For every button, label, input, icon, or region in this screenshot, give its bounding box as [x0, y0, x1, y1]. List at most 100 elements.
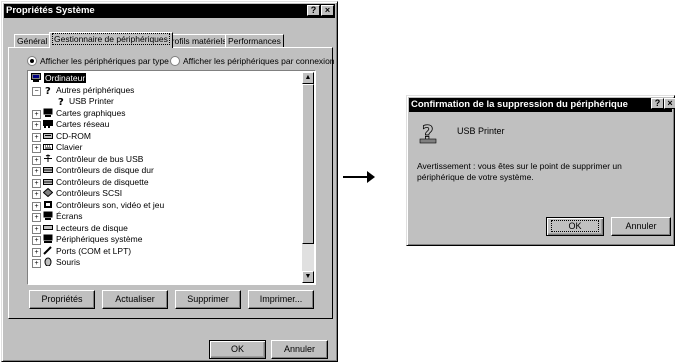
properties-button[interactable]: Propriétés [29, 290, 95, 309]
expand-icon[interactable]: + [32, 179, 41, 188]
dialog-cancel-button[interactable]: Annuler [611, 217, 671, 236]
expand-icon[interactable]: + [32, 110, 41, 119]
expand-icon[interactable]: + [32, 213, 41, 222]
button-label: Annuler [283, 344, 316, 354]
tree-item-keyboard[interactable]: + Clavier [32, 142, 82, 153]
dialog-ok-button[interactable]: OK [546, 217, 604, 236]
tab-general[interactable]: Général [14, 34, 51, 47]
button-label: OK [230, 344, 244, 354]
tree-item-sound-controllers[interactable]: + Contrôleurs son, vidéo et jeu [32, 200, 164, 211]
tree-item-hdd-controllers[interactable]: + Contrôleurs de disque dur [32, 165, 154, 176]
device-name: USB Printer [457, 126, 505, 136]
scroll-down-icon: ▼ [304, 273, 312, 280]
display-adapter-icon [43, 108, 53, 117]
cancel-button[interactable]: Annuler [271, 340, 328, 359]
dialog-help-button[interactable]: ? [651, 98, 664, 109]
tree-item-other-devices[interactable]: −? Autres périphériques [32, 85, 134, 96]
close-button[interactable]: × [321, 5, 334, 16]
tree-item-monitors[interactable]: + Écrans [32, 211, 82, 222]
expand-icon[interactable]: + [32, 190, 41, 199]
tab-label: Général [17, 36, 48, 46]
tab-label: Profils matériels [166, 36, 227, 46]
print-button[interactable]: Imprimer... [248, 290, 314, 309]
tree-item-mouse[interactable]: + Souris [32, 257, 80, 268]
expand-icon[interactable]: + [32, 133, 41, 142]
radio-selected-icon [27, 56, 37, 66]
expand-icon[interactable]: + [32, 144, 41, 153]
disk-drive-icon [43, 225, 53, 230]
expand-icon[interactable]: + [32, 167, 41, 176]
help-button[interactable]: ? [307, 5, 320, 16]
usb-icon [44, 154, 52, 162]
radio-by-type[interactable]: Afficher les périphériques par type [27, 56, 169, 67]
arrow-icon [343, 171, 375, 183]
title-bar[interactable]: Propriétés Système ? × [4, 4, 335, 18]
expand-icon[interactable]: + [32, 225, 41, 234]
tree-item-label: Cartes graphiques [56, 108, 126, 118]
computer-icon [31, 73, 41, 82]
button-label: Propriétés [41, 294, 83, 304]
tree-item-label: Ordinateur [44, 73, 87, 83]
tree-item-label: Contrôleurs son, vidéo et jeu [56, 200, 165, 210]
refresh-button[interactable]: Actualiser [102, 290, 168, 309]
scroll-thumb[interactable] [302, 84, 314, 244]
system-device-icon [43, 234, 53, 243]
tab-hardware-profiles[interactable]: Profils matériels [163, 34, 230, 47]
tree-item-network-cards[interactable]: + Cartes réseau [32, 119, 109, 130]
tree-item-label: Ports (COM et LPT) [56, 246, 132, 256]
scsi-icon [43, 188, 53, 197]
tree-item-display-adapters[interactable]: + Cartes graphiques [32, 108, 125, 119]
button-label: OK [551, 220, 599, 232]
tree-item-label: Écrans [56, 211, 83, 221]
expand-icon[interactable]: + [32, 248, 41, 257]
tree-item-usb-printer[interactable]: ? USB Printer [56, 96, 114, 107]
floppy-controller-icon [43, 179, 53, 185]
tree-item-label: Clavier [56, 142, 83, 152]
expand-icon[interactable]: + [32, 121, 41, 130]
button-label: Actualiser [115, 294, 155, 304]
tree-item-label: Lecteurs de disque [56, 223, 128, 233]
unknown-device-icon: ? [45, 86, 51, 94]
tree-item-computer[interactable]: Ordinateur [31, 73, 87, 84]
radio-label: Afficher les périphériques par type [40, 56, 169, 66]
tree-item-usb-controller[interactable]: + Contrôleur de bus USB [32, 154, 143, 165]
dialog-title: Confirmation de la suppression du périph… [411, 99, 628, 110]
unknown-device-icon: ? [58, 97, 64, 105]
expand-icon[interactable]: + [32, 259, 41, 268]
device-tree[interactable]: Ordinateur −? Autres périphériques ? USB P… [27, 70, 316, 285]
help-icon: ? [310, 5, 317, 15]
sound-icon [44, 201, 52, 208]
tree-item-label: Contrôleur de bus USB [56, 154, 144, 164]
tree-item-disk-drives[interactable]: + Lecteurs de disque [32, 223, 128, 234]
collapse-icon[interactable]: − [32, 87, 41, 96]
tree-item-label: CD-ROM [56, 131, 91, 141]
tree-item-label: Souris [56, 257, 81, 267]
expand-icon[interactable]: + [32, 156, 41, 165]
svg-text:?: ? [58, 97, 64, 105]
dialog-title-bar[interactable]: Confirmation de la suppression du périph… [409, 98, 672, 112]
tree-item-system-devices[interactable]: + Périphériques système [32, 234, 142, 245]
tree-item-label: Périphériques système [56, 234, 143, 244]
ok-button[interactable]: OK [209, 340, 266, 359]
mouse-icon [44, 257, 52, 266]
tree-item-floppy-controllers[interactable]: + Contrôleurs de disquette [32, 177, 149, 188]
disk-controller-icon [43, 167, 53, 173]
expand-icon[interactable]: + [32, 236, 41, 245]
tab-device-manager[interactable]: Gestionnaire de périphériques [49, 32, 173, 48]
scroll-down-button[interactable]: ▼ [302, 271, 314, 283]
dialog-close-button[interactable]: × [664, 98, 675, 109]
tree-item-ports[interactable]: + Ports (COM et LPT) [32, 246, 131, 257]
remove-button[interactable]: Supprimer [175, 290, 241, 309]
unknown-device-icon: ? [419, 122, 437, 144]
tab-performance[interactable]: Performances [225, 34, 284, 47]
network-card-icon [43, 120, 53, 128]
tree-item-scsi-controllers[interactable]: + Contrôleurs SCSI [32, 188, 122, 199]
tree-item-cdrom[interactable]: + CD-ROM [32, 131, 91, 142]
keyboard-icon [43, 144, 53, 150]
radio-by-connection[interactable]: Afficher les périphériques par connexion [170, 56, 335, 67]
scroll-up-button[interactable]: ▲ [302, 72, 314, 84]
expand-icon[interactable]: + [32, 202, 41, 211]
tab-label: Gestionnaire de périphériques [52, 33, 170, 45]
vertical-scrollbar[interactable]: ▲ ▼ [302, 72, 314, 283]
tree-item-label: USB Printer [69, 96, 114, 106]
